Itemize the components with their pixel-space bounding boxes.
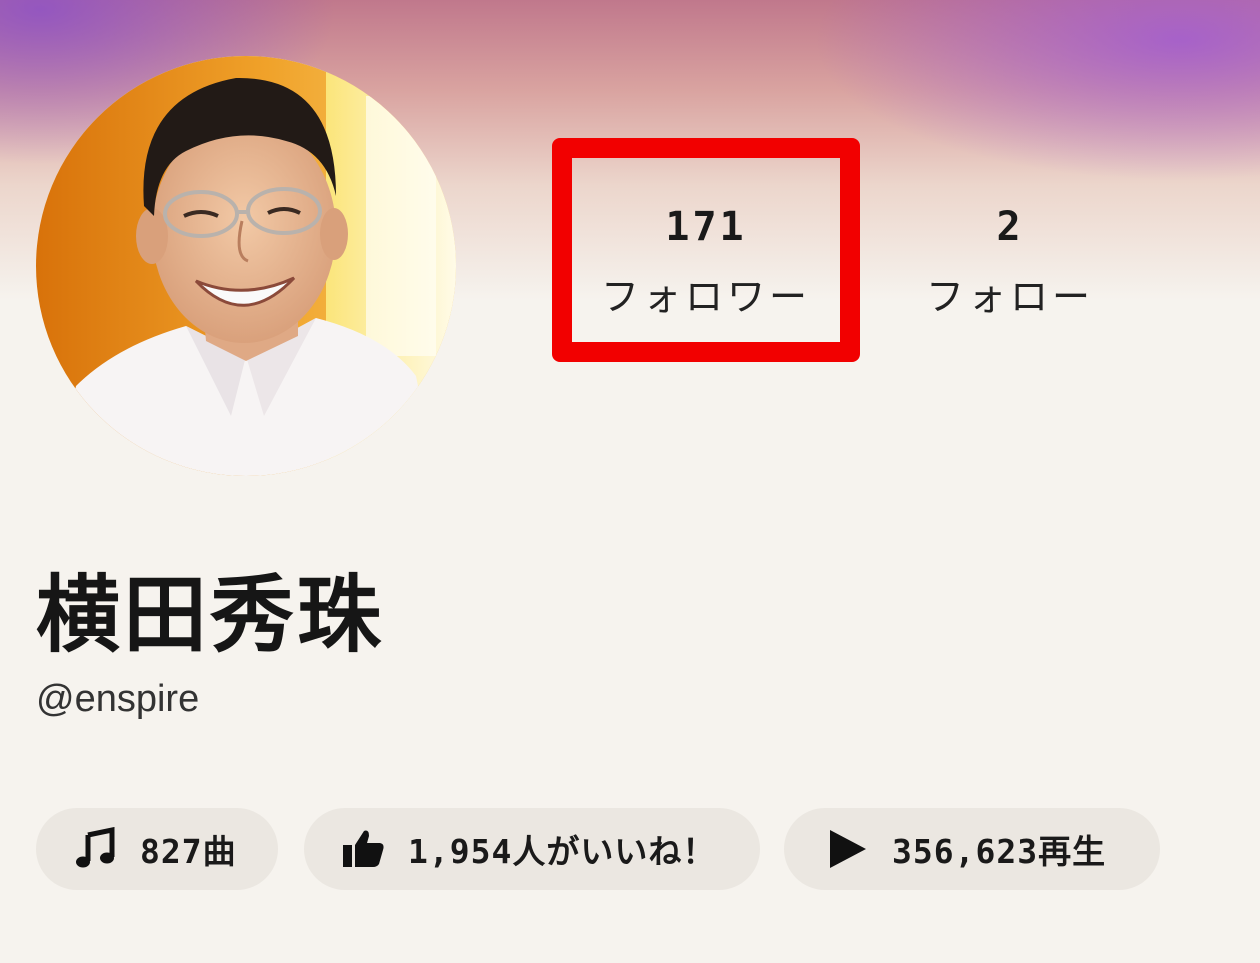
music-note-icon — [74, 827, 118, 871]
avatar[interactable] — [36, 56, 456, 476]
followers-label: フォロワー — [600, 275, 811, 319]
followers-count: 171 — [665, 204, 747, 250]
thumbs-up-icon — [342, 827, 386, 871]
likes-count-text: 1,954人がいいね！ — [408, 832, 717, 871]
following-count: 2 — [996, 204, 1024, 250]
display-name: 横田秀珠 — [36, 566, 385, 664]
songs-count-badge[interactable]: 827曲 — [36, 808, 278, 890]
user-handle: @enspire — [36, 678, 200, 720]
play-icon — [826, 827, 870, 871]
avatar-photo — [36, 56, 456, 476]
following-stat[interactable]: 2 フォロー — [870, 138, 1150, 362]
plays-count-badge[interactable]: 356,623再生 — [784, 808, 1160, 890]
plays-count-text: 356,623再生 — [892, 832, 1107, 871]
followers-stat-highlighted[interactable]: 171 フォロワー — [552, 138, 860, 362]
following-label: フォロー — [925, 275, 1094, 319]
songs-count-text: 827曲 — [140, 832, 237, 871]
likes-count-badge[interactable]: 1,954人がいいね！ — [304, 808, 760, 890]
